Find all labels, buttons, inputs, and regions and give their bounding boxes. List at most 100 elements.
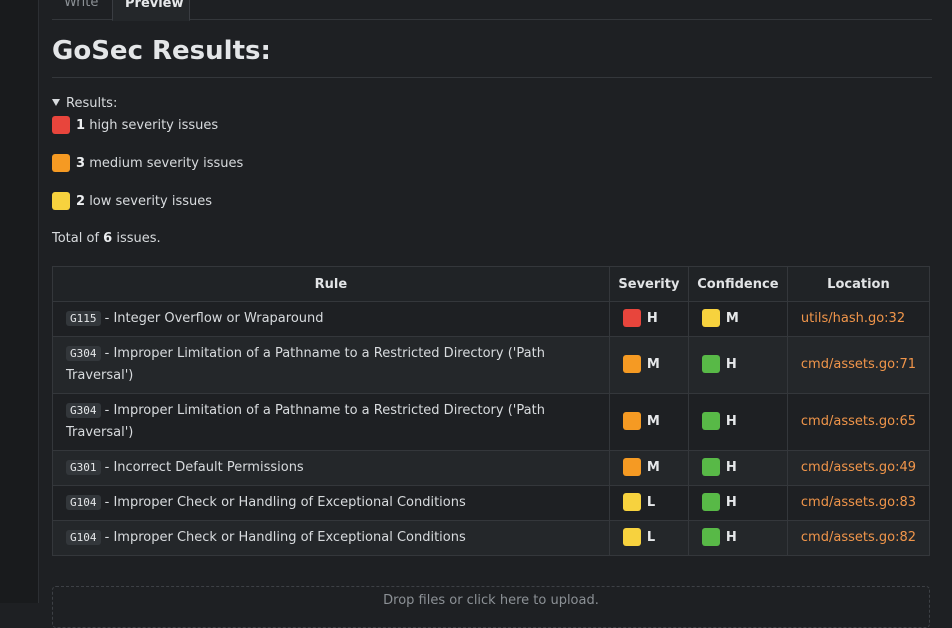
green-square-icon [701, 355, 720, 373]
tab-write[interactable]: Write [52, 0, 112, 19]
confidence-level: H [725, 414, 737, 429]
low-text: low severity issues [89, 194, 213, 209]
confidence-level: H [725, 530, 737, 545]
location-link[interactable]: utils/hash.go:32 [801, 311, 905, 326]
rule-text: - Integer Overflow or Wraparound [104, 311, 324, 326]
low-count: 2 [76, 194, 86, 209]
file-upload-dropzone[interactable]: Drop files or click here to upload. [52, 586, 930, 628]
location-link[interactable]: cmd/assets.go:65 [801, 414, 916, 429]
green-square-icon [701, 493, 720, 511]
confidence-cell: H [687, 450, 788, 486]
orange-square-icon [622, 355, 641, 373]
severity-cell: M [608, 336, 689, 394]
location-link[interactable]: cmd/assets.go:49 [801, 460, 916, 475]
location-link[interactable]: cmd/assets.go:82 [801, 530, 916, 545]
tab-preview[interactable]: Preview [112, 0, 190, 21]
editor-tabs: Write Preview [52, 0, 932, 21]
rule-code: G104 [66, 495, 101, 510]
location-cell: cmd/assets.go:71 [786, 336, 931, 394]
severity-level: M [646, 460, 660, 475]
rule-text: - Incorrect Default Permissions [104, 460, 304, 475]
orange-square-icon [52, 154, 70, 172]
severity-cell: L [608, 520, 689, 556]
rule-cell: G104 - Improper Check or Handling of Exc… [52, 520, 610, 556]
red-square-icon [52, 116, 70, 134]
column-header-severity: Severity [608, 266, 689, 302]
location-cell: cmd/assets.go:65 [786, 393, 931, 451]
rule-cell: G304 - Improper Limitation of a Pathname… [52, 336, 610, 394]
green-square-icon [701, 458, 720, 476]
high-text: high severity issues [89, 118, 219, 133]
rule-code: G301 [66, 460, 101, 475]
severity-level: H [646, 311, 658, 326]
table-row: G104 - Improper Check or Handling of Exc… [52, 520, 931, 556]
rule-cell: G304 - Improper Limitation of a Pathname… [52, 393, 610, 451]
medium-text: medium severity issues [89, 156, 244, 171]
medium-count: 3 [76, 156, 86, 171]
column-header-confidence: Confidence [687, 266, 788, 302]
total-prefix: Total of [52, 231, 100, 246]
table-row: G104 - Improper Check or Handling of Exc… [52, 485, 931, 521]
rule-cell: G104 - Improper Check or Handling of Exc… [52, 485, 610, 521]
low-severity-summary: 2 low severity issues [52, 192, 212, 212]
confidence-cell: M [687, 301, 788, 337]
severity-level: M [646, 414, 660, 429]
table-row: G115 - Integer Overflow or Wraparound H … [52, 301, 931, 337]
rule-text: - Improper Check or Handling of Exceptio… [104, 530, 466, 545]
confidence-cell: H [687, 485, 788, 521]
confidence-level: H [725, 495, 737, 510]
green-square-icon [701, 528, 720, 546]
red-square-icon [622, 309, 641, 327]
rule-text: - Improper Limitation of a Pathname to a… [66, 346, 545, 383]
confidence-level: H [725, 460, 737, 475]
severity-cell: L [608, 485, 689, 521]
confidence-cell: H [687, 336, 788, 394]
column-header-rule: Rule [52, 266, 610, 302]
results-table: Rule Severity Confidence Location G115 -… [52, 266, 931, 556]
results-details-toggle[interactable]: Results: [52, 96, 117, 111]
severity-cell: H [608, 301, 689, 337]
location-link[interactable]: cmd/assets.go:83 [801, 495, 916, 510]
results-label: Results: [66, 96, 118, 111]
severity-level: M [646, 357, 660, 372]
page-title: GoSec Results: [52, 33, 932, 78]
rule-text: - Improper Limitation of a Pathname to a… [66, 403, 545, 440]
rule-text: - Improper Check or Handling of Exceptio… [104, 495, 466, 510]
confidence-level: M [725, 311, 739, 326]
location-cell: cmd/assets.go:82 [786, 520, 931, 556]
table-header-row: Rule Severity Confidence Location [52, 266, 931, 302]
rule-code: G104 [66, 530, 101, 545]
rule-code: G304 [66, 346, 101, 361]
location-link[interactable]: cmd/assets.go:71 [801, 357, 916, 372]
rule-code: G115 [66, 311, 101, 326]
confidence-cell: H [687, 393, 788, 451]
high-severity-summary: 1 high severity issues [52, 116, 218, 136]
rule-cell: G301 - Incorrect Default Permissions [52, 450, 610, 486]
table-row: G301 - Incorrect Default Permissions M H… [52, 450, 931, 486]
location-cell: utils/hash.go:32 [786, 301, 931, 337]
column-header-location: Location [786, 266, 931, 302]
rule-code: G304 [66, 403, 101, 418]
table-row: G304 - Improper Limitation of a Pathname… [52, 336, 931, 394]
high-count: 1 [76, 118, 86, 133]
severity-level: L [646, 530, 656, 545]
location-cell: cmd/assets.go:49 [786, 450, 931, 486]
medium-severity-summary: 3 medium severity issues [52, 154, 243, 174]
location-cell: cmd/assets.go:83 [786, 485, 931, 521]
rule-cell: G115 - Integer Overflow or Wraparound [52, 301, 610, 337]
green-square-icon [701, 412, 720, 430]
total-issues: Total of 6 issues. [52, 230, 161, 248]
yellow-square-icon [701, 309, 720, 327]
confidence-level: H [725, 357, 737, 372]
left-gutter [0, 0, 39, 603]
disclosure-triangle-icon [52, 99, 60, 106]
orange-square-icon [622, 458, 641, 476]
orange-square-icon [622, 412, 641, 430]
total-count: 6 [103, 231, 113, 246]
severity-cell: M [608, 450, 689, 486]
confidence-cell: H [687, 520, 788, 556]
severity-level: L [646, 495, 656, 510]
yellow-square-icon [52, 192, 70, 210]
yellow-square-icon [622, 493, 641, 511]
total-suffix: issues. [116, 231, 161, 246]
